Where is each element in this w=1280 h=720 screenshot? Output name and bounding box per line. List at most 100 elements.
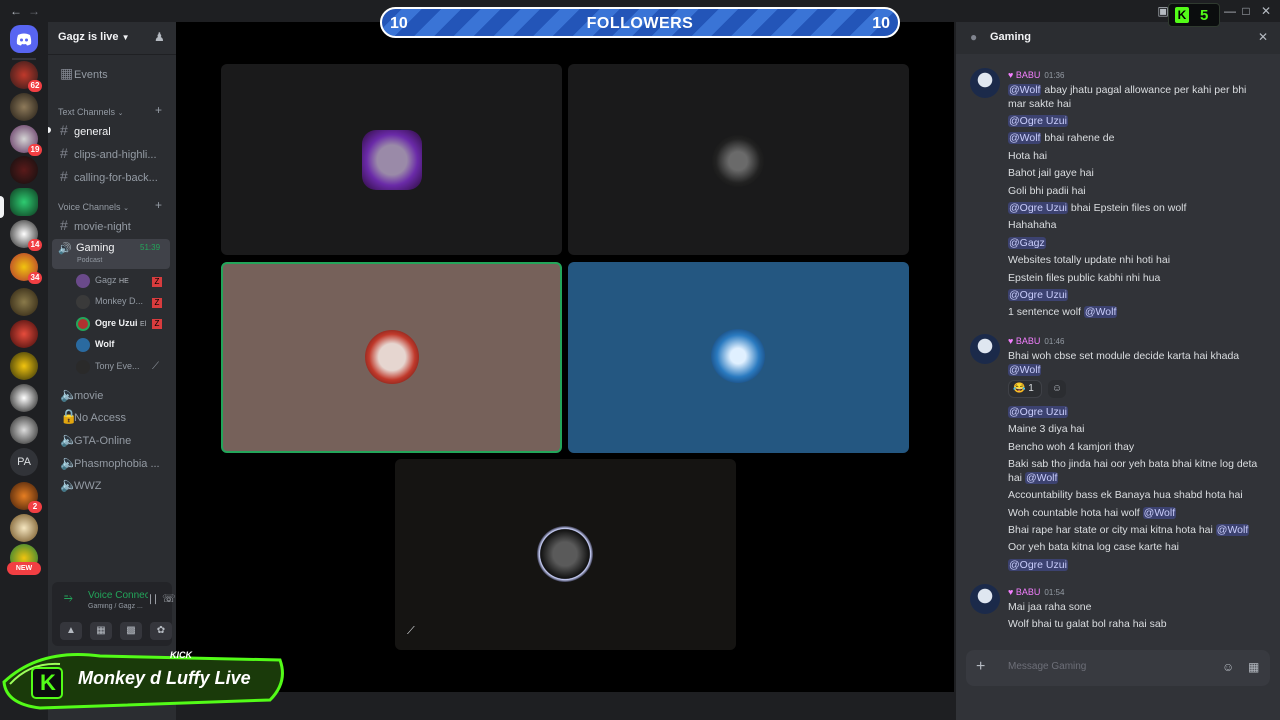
activities-button[interactable]: ▩ (120, 622, 142, 640)
server-icon-5[interactable]: 14 (10, 220, 42, 251)
server-icon-death[interactable] (10, 156, 38, 184)
channel-label: movie-night (74, 221, 131, 233)
server-icon-black[interactable] (10, 384, 38, 412)
camera-off-button[interactable]: ▲ (60, 622, 82, 640)
message-text: bhai Epstein files on wolf (1067, 202, 1187, 214)
channel-clips[interactable]: # clips-and-highli... (52, 143, 170, 163)
user-mention[interactable]: @Wolf (1215, 524, 1250, 536)
disconnect-icon[interactable]: ☏ (162, 592, 176, 605)
channel-label: GTA-Online (74, 435, 132, 447)
message-text: Bhai woh cbse set module decide karta ha… (1008, 350, 1240, 362)
voice-channel-movie-night[interactable]: # movie-night (52, 215, 170, 235)
channel-label: Phasmophobia ... (74, 458, 160, 470)
server-icon-11[interactable] (10, 416, 38, 444)
chevron-down-icon: ⌄ (123, 205, 129, 212)
message-text: Hahahaha (1008, 219, 1057, 232)
user-mention[interactable]: @Wolf (1008, 132, 1042, 145)
message-time: 01:54 (1044, 588, 1065, 597)
message-input-box[interactable]: + Message Gaming ☺ ▦ (966, 650, 1270, 686)
voice-member[interactable]: Wolf (76, 334, 168, 354)
voice-channel-phasmophobia[interactable]: 🔈Phasmophobia ... (52, 452, 170, 472)
voice-channel-wwz[interactable]: 🔈WWZ (52, 474, 170, 494)
participant-tile-4[interactable] (568, 262, 909, 453)
server-name[interactable]: Gagz is live ▼ (58, 31, 130, 43)
new-servers-pill[interactable]: NEW (7, 562, 41, 575)
user-mention[interactable]: @Ogre Uzui (1008, 558, 1068, 571)
author-name: BABU (1015, 336, 1041, 346)
avatar[interactable] (970, 334, 1000, 364)
back-arrow-icon[interactable]: ← (8, 3, 24, 19)
participant-tile-speaking[interactable] (221, 262, 562, 453)
events-item[interactable]: ▦Events (52, 63, 170, 83)
message-input[interactable]: Message Gaming (1008, 661, 1086, 672)
voice-channel-gta[interactable]: 🔈GTA-Online (52, 429, 170, 449)
server-badge: 2 (28, 501, 42, 513)
user-mention[interactable]: @Wolf (1008, 364, 1042, 376)
user-mention[interactable]: @Ogre Uzui (1008, 202, 1068, 214)
server-icon-current[interactable] (10, 188, 38, 216)
voice-channel-gaming[interactable]: 🔊 Gaming 51:39 Podcast (52, 239, 170, 269)
server-icon-13[interactable]: 2 (10, 482, 42, 513)
server-icon-mad-gamer[interactable] (10, 352, 38, 380)
user-mention[interactable]: @Wolf (1024, 472, 1059, 485)
user-mention[interactable]: @Ogre Uzui (1008, 115, 1068, 127)
voice-channels-category[interactable]: Voice Channels ⌄ (58, 202, 129, 212)
close-window-icon[interactable]: ✕ (1258, 3, 1274, 19)
reaction-laugh[interactable]: 😂 1 (1008, 380, 1042, 398)
add-member-icon[interactable]: ♟ (154, 30, 165, 44)
server-icon-pa[interactable]: PA (10, 448, 38, 476)
channel-label: general (74, 126, 111, 138)
user-mention[interactable]: @Wolf (1083, 306, 1118, 319)
user-mention[interactable]: @Ogre Uzui (1008, 406, 1068, 418)
minimize-icon[interactable]: — (1222, 3, 1238, 19)
channel-label: WWZ (74, 480, 102, 492)
user-mention[interactable]: @Wolf (1142, 506, 1177, 519)
kick-logo-icon: K (1175, 7, 1189, 23)
server-icon-7[interactable] (10, 288, 38, 316)
server-icon-6[interactable]: 34 (10, 253, 42, 284)
message-author[interactable]: ♥ BABU 01:46 (1008, 336, 1064, 346)
participant-tile-1[interactable] (221, 64, 562, 255)
server-badge: 14 (28, 239, 42, 251)
voice-channel-movie[interactable]: 🔈movie (52, 384, 170, 404)
user-mention[interactable]: @Ogre Uzui (1008, 289, 1068, 301)
avatar[interactable] (970, 68, 1000, 98)
message-time: 01:46 (1044, 337, 1065, 346)
participant-tile-5[interactable]: ⟋ (395, 459, 736, 650)
channel-general[interactable]: # general (52, 120, 170, 140)
add-text-channel-icon[interactable]: + (155, 103, 162, 117)
add-voice-channel-icon[interactable]: + (155, 198, 162, 212)
message-line: Bhai rape har state or city mai kitna ho… (1008, 523, 1264, 537)
channel-calling[interactable]: # calling-for-back... (52, 166, 170, 186)
soundboard-button[interactable]: ✿ (150, 622, 172, 640)
member-name: Gagz (95, 275, 117, 285)
user-mention[interactable]: @Gagz (1008, 236, 1046, 249)
screen-share-button[interactable]: ▦ (90, 622, 112, 640)
server-icon-2[interactable] (10, 93, 38, 121)
close-icon[interactable]: ✕ (1258, 30, 1268, 44)
message-text: Accountability bass ek Banaya hua shabd … (1008, 489, 1243, 502)
participant-avatar (365, 330, 419, 384)
speaker-icon: 🔈 (60, 386, 78, 402)
server-icon-8[interactable] (10, 320, 38, 348)
server-icon-14[interactable] (10, 514, 38, 542)
message-author[interactable]: ♥ BABU 01:36 (1008, 70, 1064, 80)
text-channels-category[interactable]: Text Channels ⌄ (58, 107, 123, 117)
voice-channel-no-access[interactable]: 🔒No Access (52, 406, 170, 426)
participant-tile-2[interactable] (568, 64, 909, 255)
forward-arrow-icon[interactable]: → (26, 3, 42, 19)
message-author[interactable]: ♥ BABU 01:54 (1008, 587, 1064, 597)
avatar[interactable] (970, 584, 1000, 614)
add-attachment-icon[interactable]: + (976, 658, 985, 676)
user-mention[interactable]: @Wolf (1008, 84, 1042, 96)
apps-icon[interactable]: ▦ (1248, 660, 1259, 674)
emoji-icon[interactable]: ☺ (1222, 660, 1234, 674)
kick-brand-letter: K (40, 670, 56, 695)
discord-home-icon[interactable] (10, 25, 38, 53)
voice-location[interactable]: Gaming / Gagz ... (88, 603, 154, 610)
maximize-icon[interactable]: □ (1238, 3, 1254, 19)
add-reaction-icon[interactable]: ☺ (1048, 380, 1066, 398)
noise-suppression-icon[interactable]: ∣∣ (148, 594, 158, 605)
server-icon-1[interactable]: 62 (10, 61, 42, 92)
server-icon-3[interactable]: 19 (10, 125, 42, 156)
